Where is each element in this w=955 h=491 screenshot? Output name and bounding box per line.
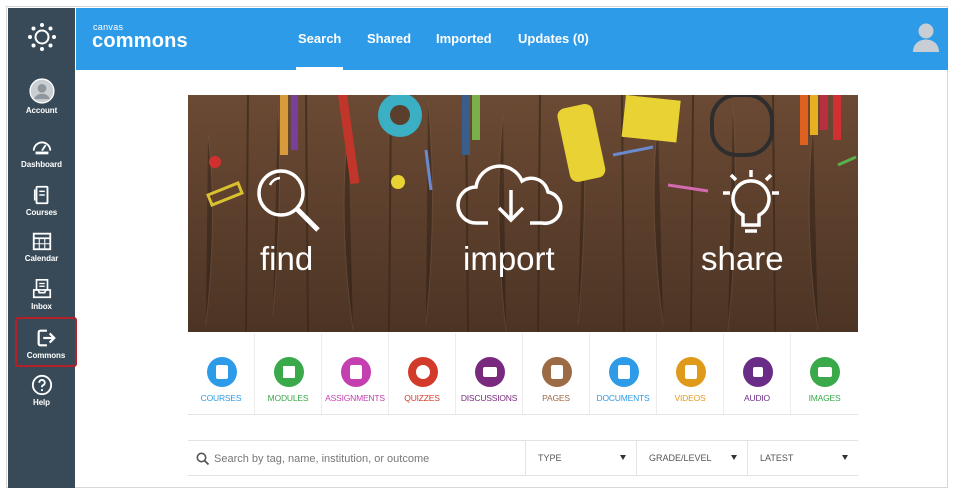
category-images[interactable]: IMAGES [791,333,858,414]
category-label: VIDEOS [674,393,706,403]
hero-share-text: share [701,240,784,277]
pages-category-icon [542,357,572,387]
nav-item-help[interactable]: Help [8,374,75,420]
tab-updates[interactable]: Updates (0) [518,31,589,46]
chevron-down-icon [731,455,737,460]
nav-label-commons: Commons [26,351,66,360]
sort-select-value: LATEST [760,453,794,463]
wood-background-image [188,95,858,332]
brand-commons[interactable]: commons [92,30,188,53]
chevron-down-icon [620,455,626,460]
category-label: IMAGES [808,393,841,403]
images-category-icon [810,357,840,387]
discussions-category-icon [475,357,505,387]
nav-label-account: Account [25,106,58,115]
nav-item-commons[interactable]: Commons [15,317,77,367]
nav-label-dashboard: Dashboard [21,160,62,169]
category-quizzes[interactable]: QUIZZES [389,333,456,414]
assignments-category-icon [341,357,371,387]
nav-item-calendar[interactable]: Calendar [8,230,75,276]
global-navigation: Account Dashboard Courses Calendar Inbox… [8,8,77,488]
audio-category-icon [743,357,773,387]
grade-select-value: GRADE/LEVEL [649,453,712,463]
canvas-logo-icon[interactable] [27,22,57,52]
hero-banner: find import share [188,95,858,332]
dashboard-icon [32,141,51,155]
search-bar: TYPE GRADE/LEVEL LATEST [188,440,858,476]
category-label: DOCUMENTS [596,393,650,403]
category-label: PAGES [542,393,570,403]
tab-imported[interactable]: Imported [436,31,492,46]
hero-import-text: import [463,240,555,277]
grade-level-select[interactable]: GRADE/LEVEL [636,441,747,475]
category-label: DISCUSSIONS [460,393,518,403]
category-label: AUDIO [744,393,770,403]
courses-category-icon [207,357,237,387]
chevron-down-icon [842,455,848,460]
category-courses[interactable]: COURSES [188,333,255,414]
account-icon [28,78,55,104]
type-select[interactable]: TYPE [525,441,636,475]
commons-header: canvas commons Search Shared Imported Up… [76,8,948,70]
category-label: QUIZZES [404,393,440,403]
nav-item-courses[interactable]: Courses [8,184,75,230]
category-label: ASSIGNMENTS [325,393,385,403]
inbox-icon [32,279,51,299]
category-discussions[interactable]: DISCUSSIONS [456,333,523,414]
calendar-icon [32,232,51,251]
nav-label-calendar: Calendar [24,254,59,263]
nav-item-dashboard[interactable]: Dashboard [8,136,75,182]
tab-search[interactable]: Search [295,31,344,70]
nav-label-inbox: Inbox [31,302,52,311]
help-icon [31,374,52,396]
hero-find-text: find [260,240,314,277]
nav-label-courses: Courses [25,208,58,217]
search-input[interactable] [214,450,514,468]
category-videos[interactable]: VIDEOS [657,333,724,414]
user-avatar-icon[interactable] [912,22,940,52]
type-select-value: TYPE [538,453,562,463]
documents-category-icon [609,357,639,387]
category-label: MODULES [267,393,309,403]
category-label: COURSES [200,393,242,403]
sort-select[interactable]: LATEST [747,441,858,475]
search-icon [196,452,210,466]
category-assignments[interactable]: ASSIGNMENTS [322,333,389,414]
category-documents[interactable]: DOCUMENTS [590,333,657,414]
category-audio[interactable]: AUDIO [724,333,791,414]
category-filter-row: COURSES MODULES ASSIGNMENTS QUIZZES DISC… [188,333,858,415]
tab-shared[interactable]: Shared [367,31,411,46]
videos-category-icon [676,357,706,387]
category-modules[interactable]: MODULES [255,333,322,414]
commons-icon [37,329,56,347]
nav-label-help: Help [33,398,50,407]
category-pages[interactable]: PAGES [523,333,590,414]
courses-icon [33,185,48,205]
quizzes-category-icon [408,357,438,387]
modules-category-icon [274,357,304,387]
nav-item-account[interactable]: Account [8,78,75,124]
